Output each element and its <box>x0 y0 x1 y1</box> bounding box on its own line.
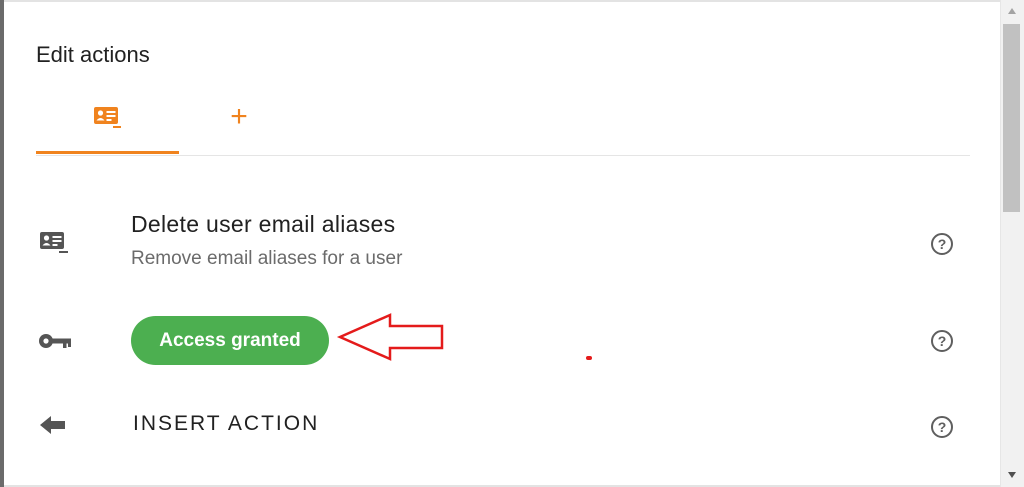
active-tab-indicator <box>36 151 179 154</box>
access-granted-badge[interactable]: Access granted <box>131 316 329 365</box>
help-icon[interactable]: ? <box>931 416 953 438</box>
tab-user-card[interactable] <box>36 96 179 156</box>
annotation-dot <box>586 356 592 360</box>
scrollbar-thumb[interactable] <box>1003 24 1020 212</box>
page-title: Edit actions <box>36 42 150 67</box>
scroll-up-arrow[interactable] <box>1000 4 1024 18</box>
scroll-down-arrow[interactable] <box>1000 468 1024 482</box>
action-description: Remove email aliases for a user <box>131 248 403 269</box>
plus-icon: + <box>230 100 248 133</box>
tabs-divider <box>36 155 970 156</box>
window-top-border <box>4 0 1000 2</box>
help-icon[interactable]: ? <box>931 330 953 352</box>
tab-add[interactable]: + <box>179 96 299 156</box>
insert-action-button[interactable]: INSERT ACTION <box>133 412 319 436</box>
contact-card-icon <box>40 232 68 253</box>
arrow-left-icon <box>40 416 65 434</box>
contact-card-icon <box>93 107 121 128</box>
help-icon[interactable]: ? <box>931 233 953 255</box>
key-icon <box>39 334 71 348</box>
annotation-arrow <box>336 313 444 361</box>
window-left-border <box>0 0 4 487</box>
action-title: Delete user email aliases <box>131 211 396 237</box>
